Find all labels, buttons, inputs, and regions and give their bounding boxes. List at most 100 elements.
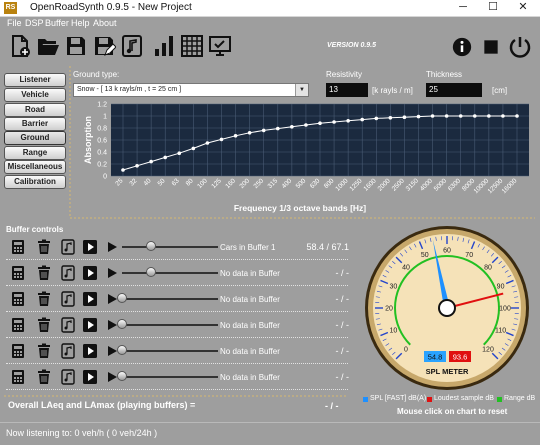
x-tick-label: 5000 bbox=[433, 177, 448, 192]
y-tick-label: 1.2 bbox=[97, 102, 107, 109]
buffer-status-label: No data in Buffer bbox=[220, 321, 280, 330]
volume-slider-thumb[interactable] bbox=[146, 241, 156, 251]
calculator-icon[interactable] bbox=[10, 343, 26, 359]
ground-type-select[interactable]: Snow - [ 13 k rayls/m , t = 25 cm ] ▼ bbox=[73, 83, 309, 97]
play-button-icon[interactable] bbox=[82, 369, 98, 385]
volume-slider-thumb[interactable] bbox=[146, 267, 156, 277]
buffer-status-label: Cars in Buffer 1 bbox=[220, 243, 275, 252]
y-tick-label: 0.4 bbox=[97, 150, 107, 157]
x-tick-label: 125 bbox=[210, 177, 223, 190]
loudest-swatch bbox=[427, 397, 432, 402]
data-point bbox=[206, 141, 210, 145]
music-note-icon[interactable] bbox=[60, 239, 76, 255]
play-button-icon[interactable] bbox=[82, 343, 98, 359]
meter-scale-label: 10 bbox=[390, 328, 398, 335]
trash-icon[interactable] bbox=[36, 343, 52, 359]
buffer-status-label: No data in Buffer bbox=[220, 295, 280, 304]
trash-icon[interactable] bbox=[36, 317, 52, 333]
x-tick-label: 400 bbox=[281, 177, 294, 190]
y-tick-label: 1 bbox=[103, 114, 107, 121]
buffer-level-value: - / - bbox=[289, 346, 349, 356]
music-note-icon[interactable] bbox=[60, 343, 76, 359]
volume-slider-track[interactable] bbox=[122, 324, 218, 326]
row-divider bbox=[6, 285, 348, 286]
resistivity-input[interactable]: 13 bbox=[326, 83, 368, 97]
volume-slider-thumb[interactable] bbox=[117, 319, 127, 329]
thickness-input[interactable]: 25 bbox=[426, 83, 482, 97]
data-point bbox=[374, 117, 378, 121]
calculator-icon[interactable] bbox=[10, 239, 26, 255]
overall-leq-value: - / - bbox=[325, 401, 339, 411]
row-divider bbox=[6, 311, 348, 312]
buffer-row: No data in Buffer- / - bbox=[10, 340, 350, 362]
data-point bbox=[473, 114, 477, 118]
data-point bbox=[163, 156, 167, 160]
x-tick-label: 1600 bbox=[363, 177, 378, 192]
volume-slider-track[interactable] bbox=[122, 272, 218, 274]
calculator-icon[interactable] bbox=[10, 265, 26, 281]
x-axis-label: Frequency 1/3 octave bands [Hz] bbox=[234, 203, 366, 213]
trash-icon[interactable] bbox=[36, 369, 52, 385]
trash-icon[interactable] bbox=[36, 265, 52, 281]
data-point bbox=[501, 114, 505, 118]
meter-scale-label: 80 bbox=[484, 264, 492, 271]
meter-scale-label: 0 bbox=[404, 347, 408, 354]
calculator-icon[interactable] bbox=[10, 291, 26, 307]
volume-slider-track[interactable] bbox=[122, 350, 218, 352]
meter-scale-label: 60 bbox=[443, 248, 451, 255]
thickness-unit: [cm] bbox=[492, 86, 507, 95]
volume-slider-track[interactable] bbox=[122, 246, 218, 248]
buffer-status-label: No data in Buffer bbox=[220, 373, 280, 382]
data-point bbox=[234, 134, 238, 138]
buffer-row: No data in Buffer- / - bbox=[10, 262, 350, 284]
buffer-status-label: No data in Buffer bbox=[220, 269, 280, 278]
status-bar: Now listening to: 0 veh/h ( 0 veh/24h ) bbox=[0, 422, 540, 445]
y-axis-label: Absorption bbox=[83, 116, 93, 164]
play-icon[interactable] bbox=[104, 239, 120, 255]
volume-slider-track[interactable] bbox=[122, 376, 218, 378]
ground-type-label: Ground type: bbox=[73, 70, 119, 79]
music-note-icon[interactable] bbox=[60, 291, 76, 307]
spl-reset-hint: Mouse click on chart to reset bbox=[397, 407, 507, 416]
x-tick-label: 160 bbox=[224, 177, 237, 190]
needle-hub bbox=[440, 301, 454, 315]
calculator-icon[interactable] bbox=[10, 317, 26, 333]
volume-slider-thumb[interactable] bbox=[117, 345, 127, 355]
spl-meter-title: SPL METER bbox=[426, 367, 469, 376]
volume-slider-track[interactable] bbox=[122, 298, 218, 300]
play-icon[interactable] bbox=[104, 265, 120, 281]
meter-scale-label: 50 bbox=[421, 252, 429, 259]
data-point bbox=[220, 138, 224, 142]
play-button-icon[interactable] bbox=[82, 265, 98, 281]
data-point bbox=[445, 114, 449, 118]
fast-display-value: 54.8 bbox=[428, 353, 443, 362]
trash-icon[interactable] bbox=[36, 291, 52, 307]
resistivity-unit: [k rayls / m] bbox=[372, 86, 413, 95]
x-tick-label: 63 bbox=[171, 177, 181, 187]
volume-slider-thumb[interactable] bbox=[117, 371, 127, 381]
music-note-icon[interactable] bbox=[60, 317, 76, 333]
meter-scale-label: 30 bbox=[390, 283, 398, 290]
x-tick-label: 25 bbox=[114, 177, 124, 187]
meter-scale-label: 70 bbox=[465, 252, 473, 259]
play-button-icon[interactable] bbox=[82, 239, 98, 255]
volume-slider-thumb[interactable] bbox=[117, 293, 127, 303]
spl-meter[interactable]: 010203040506070809010011012054.893.6SPL … bbox=[363, 224, 531, 392]
ground-type-value: Snow - [ 13 k rayls/m , t = 25 cm ] bbox=[77, 86, 181, 93]
calculator-icon[interactable] bbox=[10, 369, 26, 385]
resistivity-label: Resistivity bbox=[326, 70, 362, 79]
buffer-row: No data in Buffer - / - bbox=[10, 366, 350, 388]
data-point bbox=[360, 118, 364, 122]
spl-fast-legend: SPL [FAST] dB(A) bbox=[370, 395, 426, 402]
play-button-icon[interactable] bbox=[82, 317, 98, 333]
buffer-level-value: - / - bbox=[289, 372, 349, 382]
play-button-icon[interactable] bbox=[82, 291, 98, 307]
trash-icon[interactable] bbox=[36, 239, 52, 255]
x-tick-label: 4000 bbox=[419, 177, 434, 192]
music-note-icon[interactable] bbox=[60, 369, 76, 385]
spl-fast-swatch bbox=[363, 397, 368, 402]
data-point bbox=[431, 114, 435, 118]
y-tick-label: 0.6 bbox=[97, 138, 107, 145]
loudest-display-value: 93.6 bbox=[453, 353, 468, 362]
music-note-icon[interactable] bbox=[60, 265, 76, 281]
